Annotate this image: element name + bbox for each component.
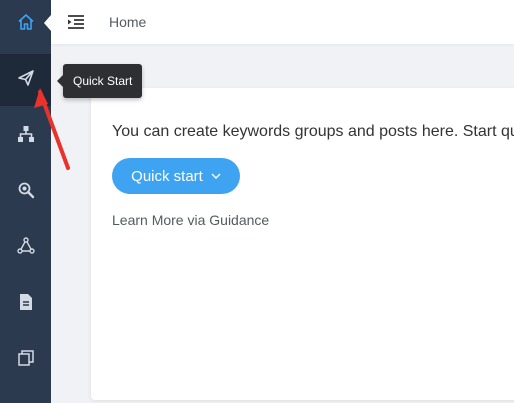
sidebar <box>0 0 51 403</box>
paper-plane-icon <box>16 68 36 93</box>
chevron-down-icon <box>211 171 221 181</box>
sidebar-item-groups[interactable] <box>0 110 51 162</box>
magnifier-icon <box>16 180 36 205</box>
quick-start-button[interactable]: Quick start <box>112 158 240 194</box>
active-indicator <box>44 15 51 31</box>
quick-start-tooltip: Quick Start <box>56 64 143 98</box>
main-card: You can create keywords groups and posts… <box>91 88 514 400</box>
sidebar-item-search[interactable] <box>0 166 51 218</box>
sidebar-item-quick-start[interactable] <box>0 54 51 106</box>
sidebar-item-copies[interactable] <box>0 334 51 386</box>
card-intro-text: You can create keywords groups and posts… <box>112 123 514 140</box>
sidebar-item-documents[interactable] <box>0 278 51 330</box>
app-window: Home You can create keywords groups and … <box>0 0 514 403</box>
org-chart-icon <box>16 124 36 149</box>
network-icon <box>16 236 36 261</box>
sidebar-item-network[interactable] <box>0 222 51 274</box>
menu-toggle-icon[interactable] <box>67 14 85 30</box>
home-icon <box>16 12 36 37</box>
learn-more-link[interactable]: Learn More via Guidance <box>112 212 269 228</box>
top-header: Home <box>51 0 514 44</box>
quick-start-label: Quick start <box>131 167 203 185</box>
copy-icon <box>16 348 36 373</box>
document-icon <box>16 292 36 317</box>
breadcrumb[interactable]: Home <box>109 14 146 30</box>
sidebar-item-home[interactable] <box>0 0 51 48</box>
